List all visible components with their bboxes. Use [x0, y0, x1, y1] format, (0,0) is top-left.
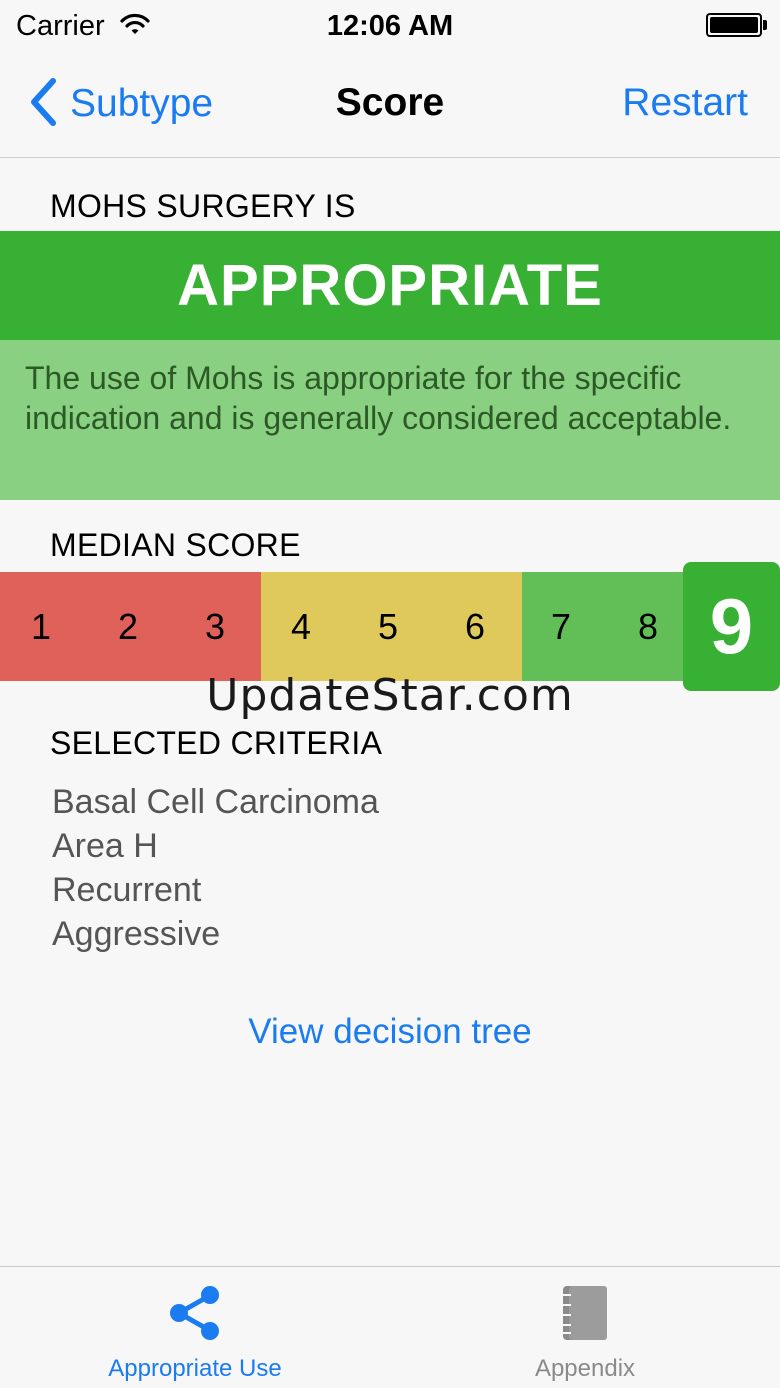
tab-bar: Appropriate Use Appendix: [0, 1266, 780, 1388]
share-icon: [165, 1283, 225, 1348]
verdict-banner: APPROPRIATE: [0, 231, 780, 340]
navigation-bar: Subtype Score Restart: [0, 56, 780, 158]
scale-value: 4: [290, 606, 312, 647]
scale-value: 7: [550, 606, 572, 647]
notebook-icon: [557, 1283, 613, 1348]
battery-icon: [706, 13, 762, 37]
scale-value: 3: [204, 606, 226, 647]
criteria-item: Aggressive: [52, 915, 221, 953]
criteria-item: Recurrent: [52, 871, 202, 909]
battery-tip: [763, 20, 767, 30]
median-score-heading: MEDIAN SCORE: [50, 527, 301, 563]
scale-value: 5: [377, 606, 399, 647]
view-decision-tree-link[interactable]: View decision tree: [0, 1012, 780, 1052]
tab-label: Appropriate Use: [108, 1355, 282, 1382]
criteria-heading: SELECTED CRITERIA: [50, 725, 383, 761]
criteria-item: Area H: [52, 827, 158, 865]
restart-button[interactable]: Restart: [622, 81, 748, 125]
scale-value: 1: [30, 606, 52, 647]
verdict-description: The use of Mohs is appropriate for the s…: [0, 340, 780, 500]
clock: 12:06 AM: [326, 10, 454, 42]
verdict-heading: MOHS SURGERY IS: [50, 188, 356, 224]
watermark: UpdateStar.com: [206, 670, 574, 721]
chevron-left-icon: [28, 77, 58, 132]
status-bar: Carrier 12:06 AM: [0, 0, 780, 56]
score-scale: 1 2 3 4 5 6 7 8: [0, 572, 780, 681]
criteria-item: Basal Cell Carcinoma: [52, 783, 379, 821]
tab-appropriate-use[interactable]: Appropriate Use: [0, 1267, 390, 1388]
criteria-list: Basal Cell Carcinoma Area H Recurrent Ag…: [52, 780, 379, 956]
back-button-label: Subtype: [70, 82, 214, 125]
tab-appendix[interactable]: Appendix: [390, 1267, 780, 1388]
scale-value: 6: [464, 606, 486, 647]
tab-label: Appendix: [534, 1355, 636, 1382]
scale-value: 2: [117, 606, 139, 647]
back-button[interactable]: Subtype: [28, 77, 214, 132]
scale-value: 8: [637, 606, 659, 647]
